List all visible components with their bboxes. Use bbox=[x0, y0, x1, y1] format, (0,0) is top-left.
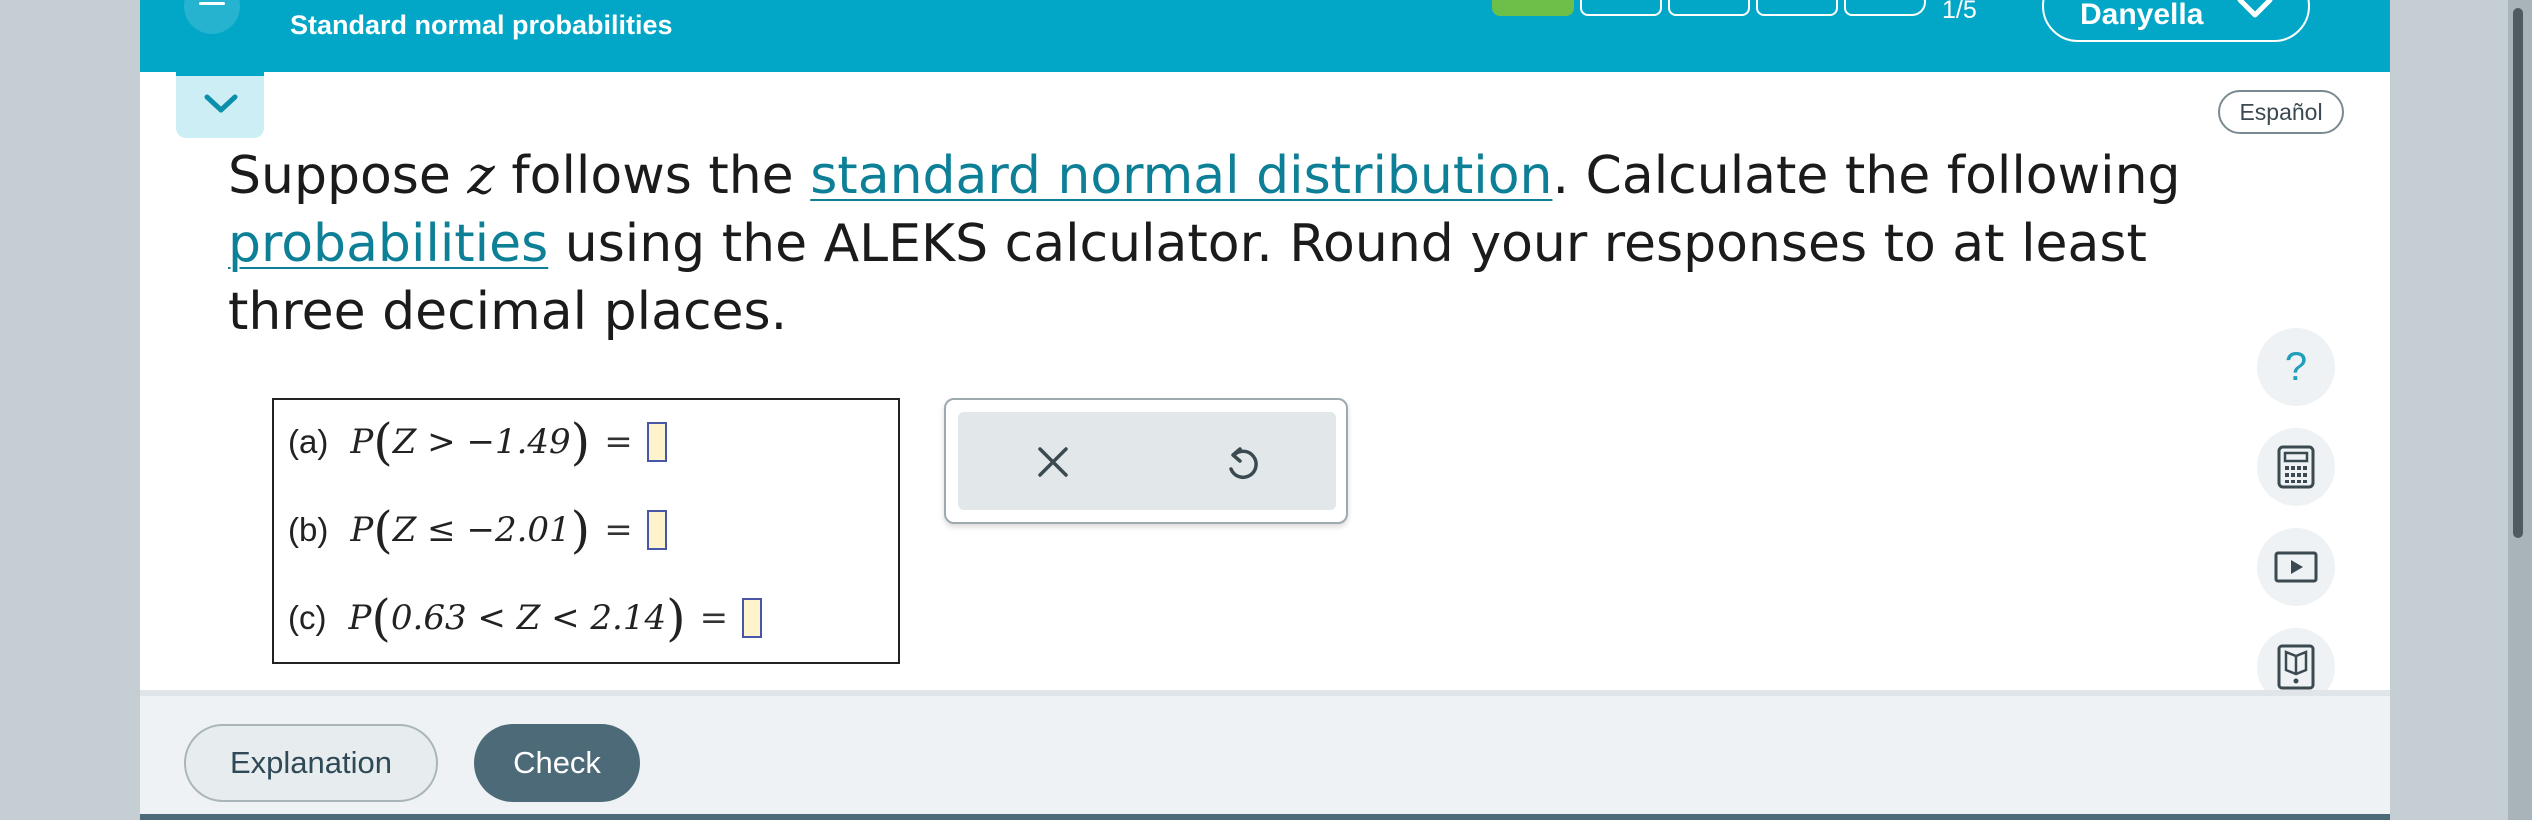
tools-background bbox=[958, 412, 1336, 510]
problem-label: (c) bbox=[288, 599, 327, 636]
probability-expression: P(Z ≤ −2.01) bbox=[350, 501, 591, 559]
problems-box: (a) P(Z > −1.49) = (b) P(Z ≤ −2.01) = (c… bbox=[272, 398, 900, 664]
progress-segment-done bbox=[1492, 0, 1574, 16]
calculator-button[interactable] bbox=[2257, 428, 2335, 506]
probabilities-link[interactable]: probabilities bbox=[228, 214, 548, 274]
help-icon: ? bbox=[2284, 344, 2308, 389]
video-play-icon bbox=[2274, 551, 2318, 583]
user-name: Danyella bbox=[2080, 0, 2204, 31]
menu-icon bbox=[199, 2, 225, 5]
check-button[interactable]: Check bbox=[474, 724, 640, 802]
prob-symbol: P bbox=[350, 422, 374, 462]
undo-icon[interactable] bbox=[1224, 443, 1260, 481]
book-icon bbox=[2277, 644, 2315, 690]
problem-a: (a) P(Z > −1.49) = bbox=[288, 412, 667, 472]
problem-b: (b) P(Z ≤ −2.01) = bbox=[288, 500, 667, 560]
footer-bar: Explanation Check bbox=[140, 690, 2390, 820]
video-button[interactable] bbox=[2257, 528, 2335, 606]
expression-inner: Z > −1.49 bbox=[392, 422, 571, 462]
aleks-app: Standard normal probabilities 1/5 Danyel… bbox=[140, 0, 2390, 820]
equals-sign: = bbox=[604, 510, 633, 550]
question-text: Suppose z follows the standard normal di… bbox=[228, 142, 2288, 346]
language-toggle-button[interactable]: Español bbox=[2218, 90, 2344, 134]
answer-input-a[interactable] bbox=[646, 422, 667, 462]
chevron-down-icon bbox=[204, 94, 238, 113]
answer-input-c[interactable] bbox=[742, 598, 763, 638]
question-text-part: follows the bbox=[494, 146, 811, 206]
chevron-down-icon bbox=[2237, 0, 2273, 18]
collapse-toggle[interactable] bbox=[176, 72, 264, 138]
progress-bar bbox=[1492, 0, 1932, 16]
question-text-part: . Calculate the following bbox=[1552, 146, 2181, 206]
progress-segment bbox=[1668, 0, 1750, 16]
scrollbar-thumb[interactable] bbox=[2513, 8, 2523, 538]
clear-x-icon[interactable] bbox=[1036, 445, 1070, 479]
calculator-icon bbox=[2277, 445, 2315, 489]
answer-tools-panel bbox=[944, 398, 1348, 524]
expression-inner: 0.63 < Z < 2.14 bbox=[390, 598, 667, 638]
problem-label: (a) bbox=[288, 423, 329, 460]
user-menu-button[interactable]: Danyella bbox=[2042, 0, 2310, 42]
prob-symbol: P bbox=[348, 598, 372, 638]
progress-count: 1/5 bbox=[1942, 0, 1977, 24]
progress-segment bbox=[1756, 0, 1838, 16]
variable-z: z bbox=[467, 146, 495, 206]
question-text-part: Suppose bbox=[228, 146, 468, 206]
progress-segment bbox=[1580, 0, 1662, 16]
help-button[interactable]: ? bbox=[2257, 328, 2335, 406]
problem-label: (b) bbox=[288, 511, 329, 548]
prob-symbol: P bbox=[350, 510, 374, 550]
problem-c: (c) P(0.63 < Z < 2.14) = bbox=[288, 588, 763, 648]
answer-input-b[interactable] bbox=[646, 510, 667, 550]
equals-sign: = bbox=[699, 598, 729, 638]
probability-expression: P(0.63 < Z < 2.14) bbox=[348, 589, 686, 647]
footer-bottom-edge bbox=[140, 814, 2390, 820]
probability-expression: P(Z > −1.49) bbox=[350, 413, 591, 471]
expression-inner: Z ≤ −2.01 bbox=[392, 510, 571, 550]
equals-sign: = bbox=[604, 422, 633, 462]
topic-title: Standard normal probabilities bbox=[290, 10, 673, 40]
explanation-button[interactable]: Explanation bbox=[184, 724, 438, 802]
top-bar: Standard normal probabilities 1/5 Danyel… bbox=[140, 0, 2390, 72]
standard-normal-distribution-link[interactable]: standard normal distribution bbox=[810, 146, 1552, 206]
menu-button[interactable] bbox=[184, 0, 240, 34]
progress-segment bbox=[1844, 0, 1926, 16]
